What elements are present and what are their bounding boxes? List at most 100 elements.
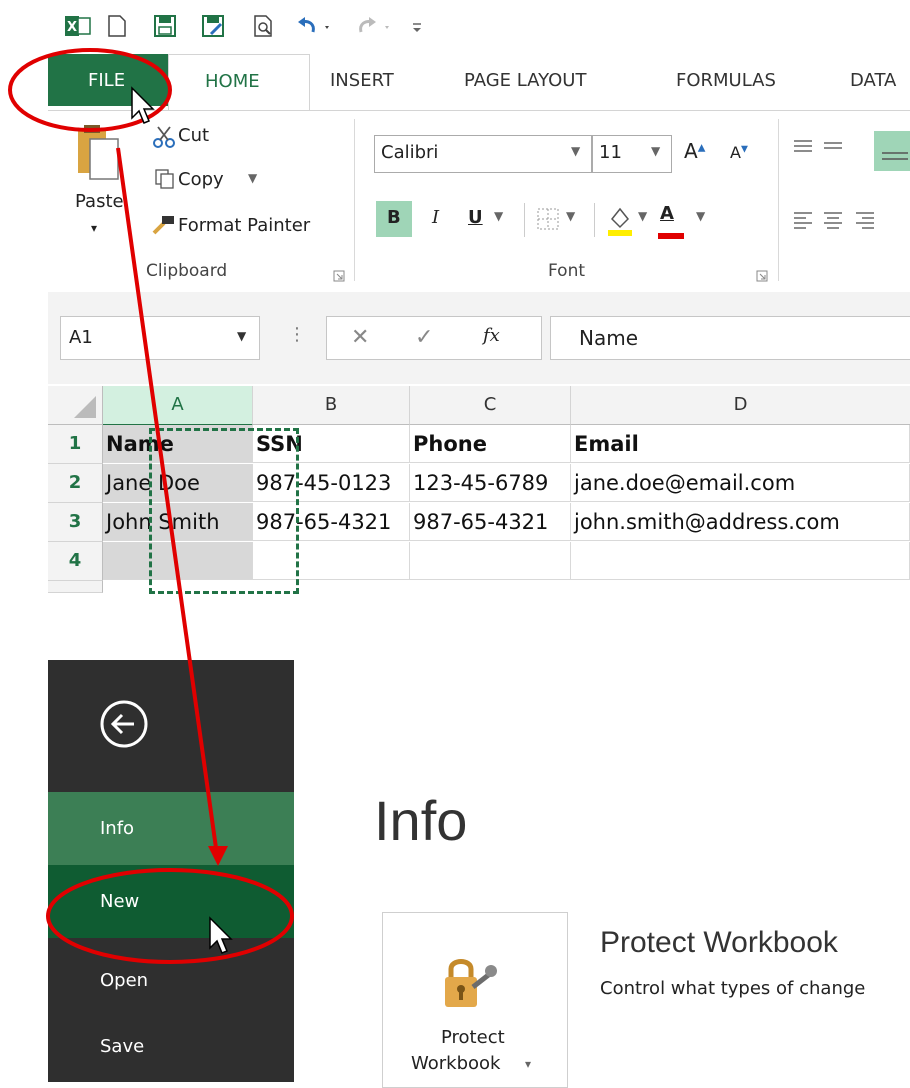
row-header[interactable]: 1 <box>48 425 103 464</box>
select-all-corner[interactable] <box>48 386 103 425</box>
back-arrow-icon[interactable] <box>98 698 150 754</box>
print-preview-icon[interactable] <box>251 14 275 38</box>
backstage-view: Info New Open Save Info Protect Workbook… <box>48 660 910 1088</box>
formula-input[interactable]: Name <box>550 316 910 360</box>
underline-button[interactable]: U <box>468 207 483 228</box>
fill-color-icon[interactable] <box>606 203 634 241</box>
copy-button[interactable]: Copy <box>178 169 224 190</box>
table-cell[interactable]: 123-45-6789 <box>410 464 571 502</box>
align-top-icon[interactable] <box>792 137 814 161</box>
row-header[interactable]: 2 <box>48 464 103 503</box>
align-left-icon[interactable] <box>792 209 814 235</box>
copy-marquee <box>149 428 299 594</box>
font-name-value: Calibri <box>381 142 439 163</box>
excel-window: X FILE HOME INSERT PAGE LAYOUT FORMULAS … <box>0 0 910 594</box>
name-box-value: A1 <box>69 327 93 348</box>
table-cell[interactable]: 987-65-4321 <box>410 503 571 541</box>
row-header[interactable] <box>48 581 103 593</box>
column-header-c[interactable]: C <box>410 386 571 425</box>
enter-check-icon[interactable]: ✓ <box>415 325 433 350</box>
lock-key-icon <box>441 953 501 1019</box>
tab-page-layout[interactable]: PAGE LAYOUT <box>464 70 586 91</box>
tab-data[interactable]: DATA <box>850 70 896 91</box>
new-document-icon[interactable] <box>105 14 129 38</box>
column-header-d[interactable]: D <box>571 386 910 425</box>
format-painter-icon <box>152 213 176 239</box>
font-launcher-icon[interactable] <box>756 267 768 286</box>
table-cell[interactable]: Email <box>571 425 910 463</box>
worksheet-grid: A B C D 1 Name SSN Phone Email 2 Jane Do… <box>48 386 910 594</box>
protect-workbook-button[interactable]: Protect Workbook ▾ <box>382 912 568 1088</box>
name-box-dropdown-icon: ▼ <box>237 329 247 343</box>
align-bottom-button[interactable] <box>874 131 910 171</box>
bold-label: B <box>387 207 401 228</box>
backstage-sidebar: Info New Open Save <box>48 660 294 1082</box>
table-cell[interactable]: Phone <box>410 425 571 463</box>
sidebar-item-label: Save <box>100 1036 145 1057</box>
format-painter-button[interactable]: Format Painter <box>178 215 310 236</box>
protect-dropdown-icon: ▾ <box>525 1057 532 1071</box>
formula-buttons: ✕ ✓ fx <box>326 316 542 360</box>
table-cell[interactable]: john.smith@address.com <box>571 503 910 541</box>
tab-file[interactable]: FILE <box>48 54 168 106</box>
undo-icon[interactable] <box>295 14 329 38</box>
font-color-dropdown-icon[interactable]: ▼ <box>696 209 705 223</box>
borders-dropdown-icon[interactable]: ▼ <box>566 209 575 223</box>
redo-icon[interactable] <box>355 14 389 38</box>
italic-button[interactable]: I <box>432 207 439 228</box>
clipboard-launcher-icon[interactable] <box>333 267 345 286</box>
cut-button[interactable]: Cut <box>178 125 209 146</box>
clipboard-paste-icon <box>76 121 122 189</box>
font-size-dropdown-icon: ▼ <box>651 144 661 158</box>
name-box[interactable]: A1 ▼ <box>60 316 260 360</box>
tab-formulas[interactable]: FORMULAS <box>676 70 776 91</box>
ribbon-divider <box>778 119 779 281</box>
increase-font-size-icon[interactable]: A▲ <box>684 139 705 163</box>
paste-button[interactable]: Paste <box>75 191 124 212</box>
font-group-label: Font <box>548 261 586 281</box>
font-name-select[interactable]: Calibri ▼ <box>374 135 592 173</box>
clipboard-group-label: Clipboard <box>146 261 228 281</box>
sidebar-item-save[interactable]: Save <box>48 1010 294 1083</box>
row-header[interactable]: 4 <box>48 542 103 581</box>
ribbon: Paste ▾ Cut Copy ▼ Format Painter Clipbo… <box>48 110 910 294</box>
copy-dropdown-icon[interactable]: ▼ <box>248 171 257 185</box>
formula-bar-drag-handle[interactable]: ⋮ <box>288 324 306 345</box>
insert-function-icon[interactable]: fx <box>483 325 500 346</box>
row-header[interactable]: 3 <box>48 503 103 542</box>
tab-home[interactable]: HOME <box>168 54 310 115</box>
sidebar-item-info[interactable]: Info <box>48 792 294 865</box>
tab-insert[interactable]: INSERT <box>330 70 394 91</box>
sidebar-item-new[interactable]: New <box>48 865 294 938</box>
formula-input-value: Name <box>579 326 639 350</box>
fill-color-dropdown-icon[interactable]: ▼ <box>638 209 647 223</box>
paste-dropdown-icon[interactable]: ▾ <box>91 221 97 235</box>
table-cell[interactable] <box>571 542 910 580</box>
sidebar-item-open[interactable]: Open <box>48 944 294 1017</box>
align-right-icon[interactable] <box>854 209 876 235</box>
align-middle-icon[interactable] <box>822 137 844 161</box>
decrease-font-size-icon[interactable]: A▼ <box>730 143 748 162</box>
quick-access-toolbar: X <box>65 0 910 50</box>
borders-icon[interactable] <box>536 207 560 235</box>
underline-dropdown-icon[interactable]: ▼ <box>494 209 503 223</box>
bold-button[interactable]: B <box>376 201 412 237</box>
font-divider <box>594 203 595 237</box>
protect-description: Control what types of change <box>600 978 866 999</box>
column-header-b[interactable]: B <box>253 386 410 425</box>
cancel-icon[interactable]: ✕ <box>351 325 369 350</box>
tab-home-label: HOME <box>205 71 260 92</box>
customize-qat-icon[interactable] <box>405 14 429 38</box>
font-size-select[interactable]: 11 ▼ <box>592 135 672 173</box>
scissors-icon <box>152 125 176 153</box>
protect-button-label: Protect <box>441 1027 505 1048</box>
tab-file-label: FILE <box>88 70 126 91</box>
table-cell[interactable]: jane.doe@email.com <box>571 464 910 502</box>
save-icon[interactable] <box>153 14 177 38</box>
table-cell[interactable] <box>410 542 571 580</box>
align-center-icon[interactable] <box>822 209 844 235</box>
save-as-icon[interactable] <box>201 14 225 38</box>
font-size-value: 11 <box>599 142 622 163</box>
column-header-a[interactable]: A <box>103 386 253 426</box>
font-color-button[interactable]: A <box>660 203 674 224</box>
